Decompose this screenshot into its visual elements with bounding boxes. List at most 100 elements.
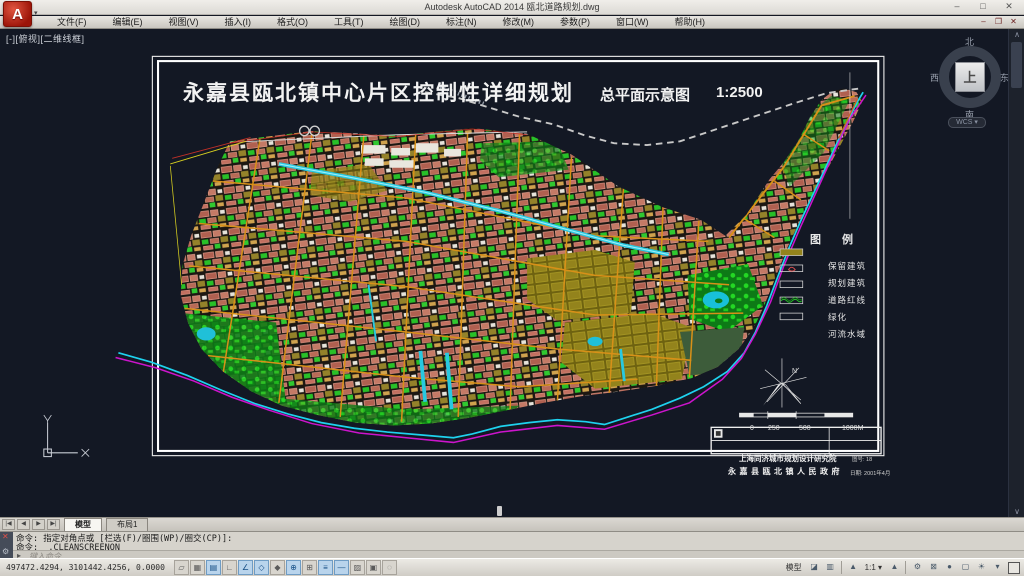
toggle-dynamic-ucs[interactable]: ⊞ (302, 560, 317, 575)
status-toggles: ▱▦▤∟∠◇◆⊕⊞≡—▨▣◌ (173, 560, 397, 575)
viewcube-north[interactable]: 北 (965, 35, 974, 48)
mdi-button-close[interactable]: ✕ (1006, 16, 1021, 29)
tab-nav-3[interactable]: ▶| (47, 519, 60, 530)
toggle-infer-constraints[interactable]: ▱ (174, 560, 189, 575)
menu-item-10[interactable]: 窗口(W) (603, 16, 662, 29)
toggle-3d-object-snap[interactable]: ◆ (270, 560, 285, 575)
viewcube[interactable]: 上 北 南 西 东 (928, 35, 1012, 119)
command-rail: ✕ ⚙ (0, 532, 13, 559)
mdi-button-min[interactable]: – (976, 16, 991, 29)
scalebar-tick-2: 500 (799, 425, 811, 432)
coordinates-display[interactable]: 497472.4294, 3101442.4256, 0.0000 (0, 563, 173, 572)
tray-icon-3[interactable]: ▢ (958, 560, 973, 575)
toggle-ortho-mode[interactable]: ∟ (222, 560, 237, 575)
menu-item-0[interactable]: 文件(F) (44, 16, 100, 29)
legend-swatches (780, 249, 803, 320)
toggle-selection-cycling[interactable]: ◌ (382, 560, 397, 575)
menu-item-5[interactable]: 工具(T) (321, 16, 377, 29)
tab-nav-1[interactable]: ◀ (17, 519, 30, 530)
annotation-icon[interactable]: ▲ (846, 560, 861, 575)
titleblock-government: 永嘉县瓯北镇人民政府 (728, 466, 843, 477)
menu-item-6[interactable]: 绘图(D) (377, 16, 434, 29)
menu-item-4[interactable]: 格式(O) (264, 16, 321, 29)
menu-item-11[interactable]: 帮助(H) (662, 16, 719, 29)
horizontal-scroll-thumb[interactable] (497, 506, 502, 516)
legend-title: 图 例 (810, 231, 862, 247)
toggle-grid-display[interactable]: ▤ (206, 560, 221, 575)
titleblock-sheet-no: 图号: 18 (852, 455, 872, 463)
layout-tabs-row: |◀◀▶▶| 模型 布局1 (0, 517, 1024, 531)
tray-icon-0[interactable]: ⚙ (910, 560, 925, 575)
toggle-lineweight[interactable]: — (334, 560, 349, 575)
scalebar-tick-3: 1000M (842, 425, 863, 432)
annotation-visibility-icon[interactable]: ▲ (887, 560, 902, 575)
menu-item-9[interactable]: 参数(P) (547, 16, 603, 29)
sheet-main-title: 永嘉县瓯北镇中心片区控制性详细规划 (183, 77, 574, 107)
menu-item-7[interactable]: 标注(N) (433, 16, 490, 29)
logo-dropdown-arrow-icon[interactable]: ▾ (34, 9, 38, 17)
titleblock-institute: 上海同济城市规划设计研究院 (739, 453, 837, 464)
toggle-polar-tracking[interactable]: ∠ (238, 560, 253, 575)
command-customize-icon[interactable]: ⚙ (2, 547, 9, 556)
command-window[interactable]: ✕ ⚙ 命令: 指定对角点或 [栏选(F)/圈围(WP)/圈交(CP)]: 命令… (0, 531, 1024, 558)
toggle-snap-mode[interactable]: ▦ (190, 560, 205, 575)
scroll-up-icon[interactable]: ∧ (1009, 30, 1024, 39)
window-button-min[interactable]: – (944, 0, 970, 14)
titleblock-date: 日期: 2001年4月 (850, 469, 890, 477)
scalebar-tick-1: 250 (768, 425, 780, 432)
status-bar: 497472.4294, 3101442.4256, 0.0000 ▱▦▤∟∠◇… (0, 558, 1024, 576)
model-space-button[interactable]: 模型 (782, 562, 806, 573)
menu-item-1[interactable]: 编辑(E) (100, 16, 156, 29)
toggle-object-snap-tracking[interactable]: ⊕ (286, 560, 301, 575)
annotation-scale-button[interactable]: 1:1 ▾ (861, 563, 886, 572)
sheet-subtitle: 总平面示意图 (600, 84, 690, 105)
north-arrow (760, 358, 806, 407)
menu-item-8[interactable]: 修改(M) (490, 16, 548, 29)
sheet-subtitle-row: 总平面示意图 1:2500 (600, 84, 763, 105)
viewcube-top-face[interactable]: 上 (955, 62, 985, 92)
app-logo-icon[interactable]: A (3, 1, 32, 27)
command-close-icon[interactable]: ✕ (2, 532, 9, 541)
window-button-max[interactable]: □ (970, 0, 996, 14)
layout-quickview-icons: ◪▥ (806, 560, 838, 575)
window-title: Autodesk AutoCAD 2014 瓯北道路规划.dwg (0, 0, 1024, 15)
viewport-controls-label[interactable]: [-][俯视][二维线框] (6, 32, 85, 45)
menu-item-3[interactable]: 插入(I) (212, 16, 265, 29)
tab-nav-buttons[interactable]: |◀◀▶▶| (0, 519, 60, 530)
north-label: N (792, 368, 797, 375)
scalebar-tick-0: 0 (750, 425, 754, 432)
tab-layout1[interactable]: 布局1 (106, 518, 148, 531)
scale-bar (739, 411, 852, 419)
tab-nav-0[interactable]: |◀ (2, 519, 15, 530)
tray-icon-5[interactable]: ▾ (990, 560, 1005, 575)
autocad-window: Autodesk AutoCAD 2014 瓯北道路规划.dwg –□✕ A ▾… (0, 0, 1024, 576)
title-bar: Autodesk AutoCAD 2014 瓯北道路规划.dwg (0, 0, 1024, 15)
ucs-icon (44, 415, 89, 457)
layout-icon-0[interactable]: ◪ (807, 560, 822, 575)
mdi-button-restore[interactable]: ❐ (991, 16, 1006, 29)
viewcube-west[interactable]: 西 (930, 71, 939, 84)
tray-icons: ⚙⊠●▢☀▾ (909, 560, 1005, 575)
tray-icon-2[interactable]: ● (942, 560, 957, 575)
toggle-dynamic-input[interactable]: ≡ (318, 560, 333, 575)
wcs-dropdown[interactable]: WCS ▾ (948, 117, 986, 128)
tab-nav-2[interactable]: ▶ (32, 519, 45, 530)
tray-icon-1[interactable]: ⊠ (926, 560, 941, 575)
toggle-quick-properties[interactable]: ▣ (366, 560, 381, 575)
drawing-canvas[interactable]: [-][俯视][二维线框] (0, 29, 1024, 517)
menu-item-2[interactable]: 视图(V) (156, 16, 212, 29)
tab-model[interactable]: 模型 (64, 518, 102, 531)
toggle-transparency[interactable]: ▨ (350, 560, 365, 575)
clean-screen-button[interactable] (1008, 562, 1020, 574)
tray-icon-4[interactable]: ☀ (974, 560, 989, 575)
window-buttons[interactable]: –□✕ (944, 0, 1022, 14)
vertical-scrollbar[interactable]: ∧ ∨ (1008, 29, 1024, 517)
vertical-scroll-thumb[interactable] (1011, 42, 1022, 88)
scroll-down-icon[interactable]: ∨ (1009, 507, 1024, 516)
layout-icon-1[interactable]: ▥ (823, 560, 838, 575)
window-button-close[interactable]: ✕ (996, 0, 1022, 14)
mdi-window-buttons[interactable]: –❐✕ (976, 16, 1021, 29)
toggle-object-snap[interactable]: ◇ (254, 560, 269, 575)
menu-bar-items: 文件(F)编辑(E)视图(V)插入(I)格式(O)工具(T)绘图(D)标注(N)… (0, 16, 1024, 29)
sheet-scale: 1:2500 (716, 84, 763, 105)
